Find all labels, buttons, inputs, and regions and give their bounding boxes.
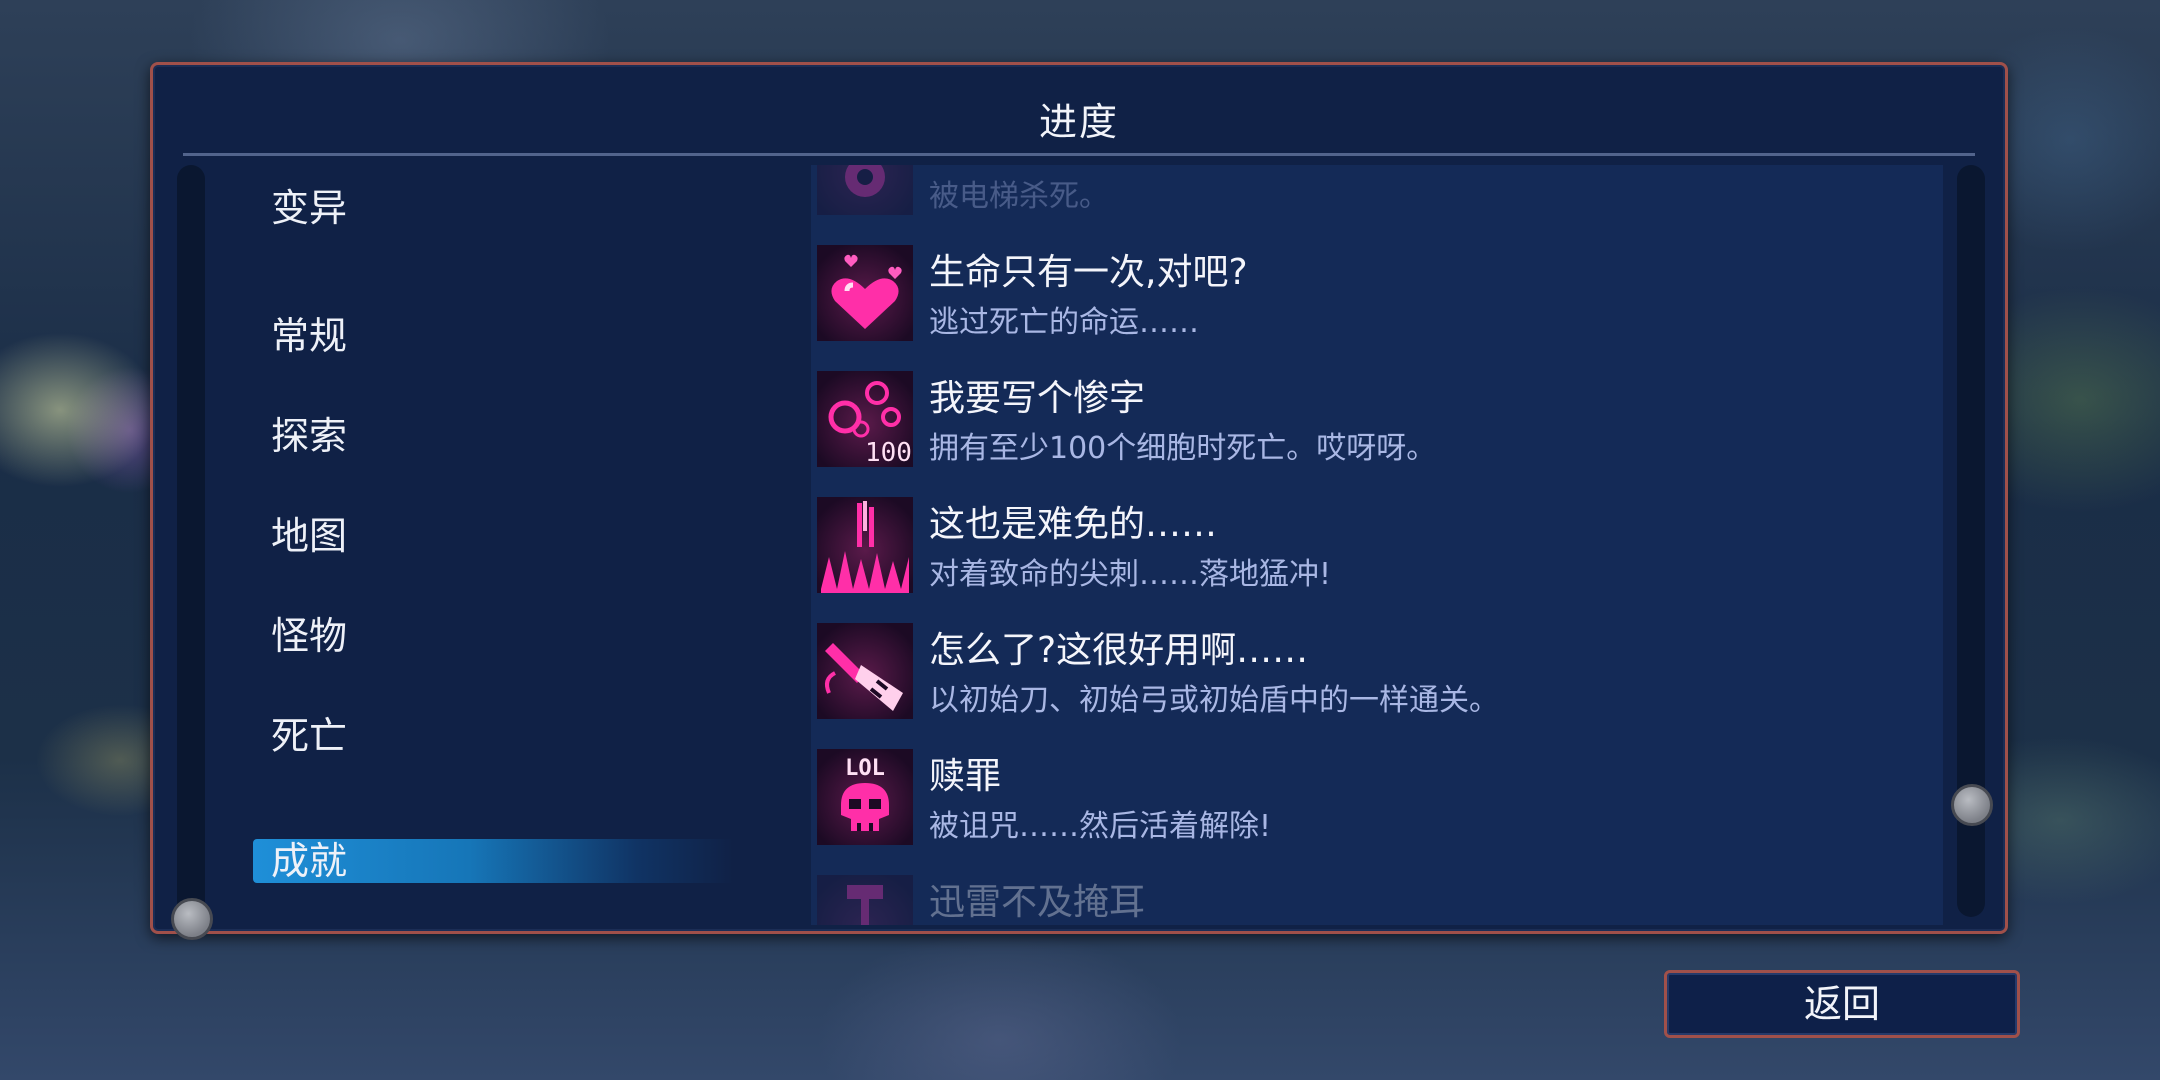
achievement-desc: 以初始刀、初始弓或初始盾中的一样通关。: [929, 683, 1499, 718]
category-scrollbar[interactable]: [177, 165, 205, 925]
achievement-item[interactable]: 生命只有一次,对吧? 逃过死亡的命运……: [811, 243, 1943, 343]
spikes-icon: [817, 497, 913, 593]
achievement-title: 怎么了?这很好用啊……: [929, 630, 1309, 671]
achievement-title: 我要写个惨字: [929, 378, 1146, 419]
hammer-icon: [817, 875, 913, 925]
category-general[interactable]: 常规: [271, 305, 347, 360]
cells-100-icon: 100: [817, 371, 913, 467]
lol-skull-icon: LOL: [817, 749, 913, 845]
achievement-title: 迅雷不及掩耳: [929, 882, 1146, 923]
achievement-item[interactable]: LOL 赎罪 被诅咒……然后活着解除!: [811, 747, 1943, 847]
title-divider: [183, 153, 1975, 156]
category-exploration[interactable]: 探索: [271, 405, 347, 460]
category-map[interactable]: 地图: [271, 505, 347, 560]
achievement-item[interactable]: 迅雷不及掩耳: [811, 873, 1943, 925]
achievement-title: 这也是难免的……: [929, 504, 1218, 545]
achievement-desc: 被电梯杀死。: [929, 179, 1109, 214]
achievement-desc: 拥有至少100个细胞时死亡。哎呀呀。: [929, 431, 1437, 466]
cells-count-label: 100: [865, 438, 912, 467]
achievement-title: 赎罪: [929, 756, 1002, 797]
achievement-title: 生命只有一次,对吧?: [929, 252, 1248, 293]
category-scroll-handle[interactable]: [171, 898, 213, 940]
panel-title: 进度: [1038, 100, 1119, 144]
achievement-desc: 对着致命的尖刺……落地猛冲!: [929, 557, 1332, 592]
progress-panel: 进度 变异 常规 探索 地图 怪物 死亡 成就 被电梯杀死。 生命只有一次,对吧…: [150, 62, 2008, 940]
achievement-desc: 逃过死亡的命运……: [929, 305, 1199, 340]
back-button[interactable]: 返回: [1664, 970, 2020, 1038]
skull-caption-label: LOL: [845, 756, 885, 781]
elevator-icon: [817, 165, 913, 215]
achievement-desc: 被诅咒……然后活着解除!: [929, 809, 1272, 844]
category-deaths[interactable]: 死亡: [271, 705, 347, 760]
achievement-item[interactable]: 被电梯杀死。: [811, 165, 1943, 217]
achievement-list: 被电梯杀死。 生命只有一次,对吧? 逃过死亡的命运…… 100 我要写个惨字 拥…: [811, 165, 1943, 925]
category-monsters[interactable]: 怪物: [271, 605, 347, 660]
achievement-item[interactable]: 这也是难免的…… 对着致命的尖刺……落地猛冲!: [811, 495, 1943, 595]
achievement-scroll-handle[interactable]: [1951, 784, 1993, 826]
category-mutations[interactable]: 变异: [271, 177, 347, 232]
category-achievements[interactable]: 成就: [253, 839, 733, 883]
starter-weapons-icon: [817, 623, 913, 719]
hearts-icon: [817, 245, 913, 341]
achievement-item[interactable]: 怎么了?这很好用啊…… 以初始刀、初始弓或初始盾中的一样通关。: [811, 621, 1943, 721]
achievement-item[interactable]: 100 我要写个惨字 拥有至少100个细胞时死亡。哎呀呀。: [811, 369, 1943, 469]
